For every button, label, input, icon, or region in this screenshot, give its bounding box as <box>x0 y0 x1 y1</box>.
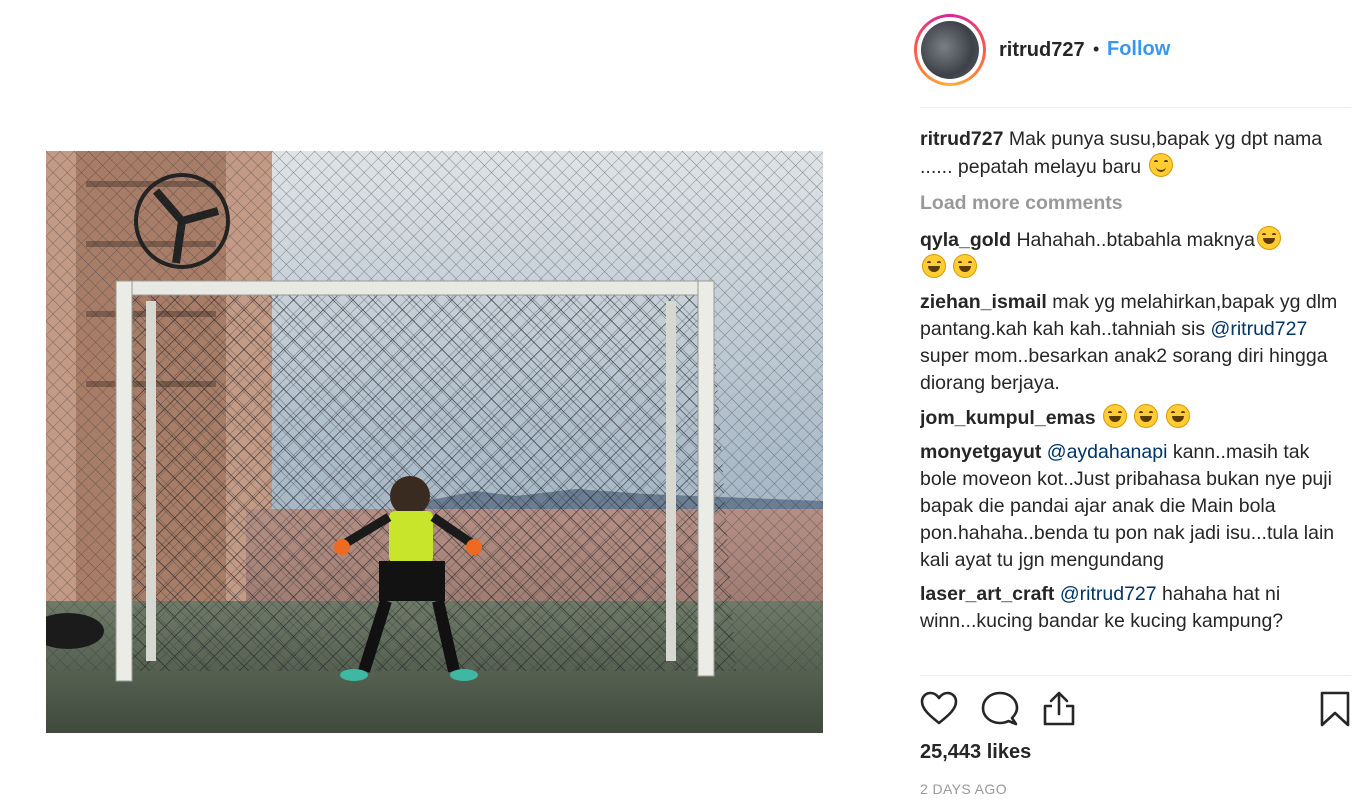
post-details-panel: ritrud727 • Follow ritrud727 Mak punya s… <box>914 0 1351 810</box>
save-button[interactable] <box>1316 690 1354 728</box>
laughing-emoji-icon <box>1256 226 1281 250</box>
laughing-emoji-icon <box>1103 404 1127 428</box>
comment-username[interactable]: ziehan_ismail <box>920 291 1047 313</box>
photo-illustration <box>46 151 823 733</box>
post-header: ritrud727 • Follow <box>914 14 1351 88</box>
comment-mention-link[interactable]: @ritrud727 <box>1211 318 1308 340</box>
load-more-comments-button[interactable]: Load more comments <box>920 190 1340 217</box>
avatar[interactable] <box>921 21 979 79</box>
header-divider <box>920 107 1351 108</box>
header-separator: • <box>1093 39 1100 59</box>
like-button[interactable] <box>920 690 958 728</box>
comment-item: ziehan_ismail mak yg melahirkan,bapak yg… <box>920 289 1340 397</box>
post-photo[interactable] <box>46 151 823 733</box>
bookmark-icon <box>1320 691 1350 727</box>
laughing-emoji-icon <box>1165 404 1190 428</box>
heart-icon <box>920 691 958 725</box>
post-author-username[interactable]: ritrud727 <box>999 39 1085 62</box>
share-button[interactable] <box>1040 690 1078 728</box>
laughing-emoji-icon <box>953 254 978 278</box>
likes-count[interactable]: 25,443 likes <box>920 741 1031 764</box>
share-icon <box>1043 691 1075 726</box>
comment-item: monyetgayut @aydahanapi kann..masih tak … <box>920 439 1340 574</box>
comment-button[interactable] <box>981 690 1019 728</box>
comment-username[interactable]: laser_art_craft <box>920 583 1054 605</box>
comment-mention-link[interactable]: @ritrud727 <box>1060 583 1157 605</box>
caption-username[interactable]: ritrud727 <box>920 128 1003 150</box>
comment-bubble-icon <box>981 691 1019 726</box>
comment-item: qyla_gold Hahahah..btabahla maknya <box>920 226 1340 282</box>
follow-button[interactable]: Follow <box>1107 38 1170 61</box>
avatar-story-ring[interactable] <box>914 14 986 86</box>
comment-username[interactable]: jom_kumpul_emas <box>920 407 1096 429</box>
caption: ritrud727 Mak punya susu,bapak yg dpt na… <box>920 126 1340 181</box>
actions-divider <box>920 675 1351 676</box>
avatar-frame <box>917 17 983 83</box>
post-actions-bar <box>920 690 1351 730</box>
comment-text: super mom..besarkan anak2 sorang diri hi… <box>920 345 1328 394</box>
laughing-emoji-icon <box>1134 404 1159 428</box>
wink-emoji-icon <box>1148 153 1173 177</box>
comment-item: jom_kumpul_emas <box>920 404 1340 432</box>
comment-username[interactable]: qyla_gold <box>920 229 1011 251</box>
comment-mention-link[interactable]: @aydahanapi <box>1047 441 1168 463</box>
comments-list: ritrud727 Mak punya susu,bapak yg dpt na… <box>920 126 1340 674</box>
comment-item: laser_art_craft @ritrud727 hahaha hat ni… <box>920 581 1340 635</box>
comment-text: Hahahah..btabahla maknya <box>1016 229 1255 251</box>
post-timestamp[interactable]: 2 DAYS AGO <box>920 781 1007 797</box>
laughing-emoji-icon <box>922 254 946 278</box>
comment-username[interactable]: monyetgayut <box>920 441 1041 463</box>
